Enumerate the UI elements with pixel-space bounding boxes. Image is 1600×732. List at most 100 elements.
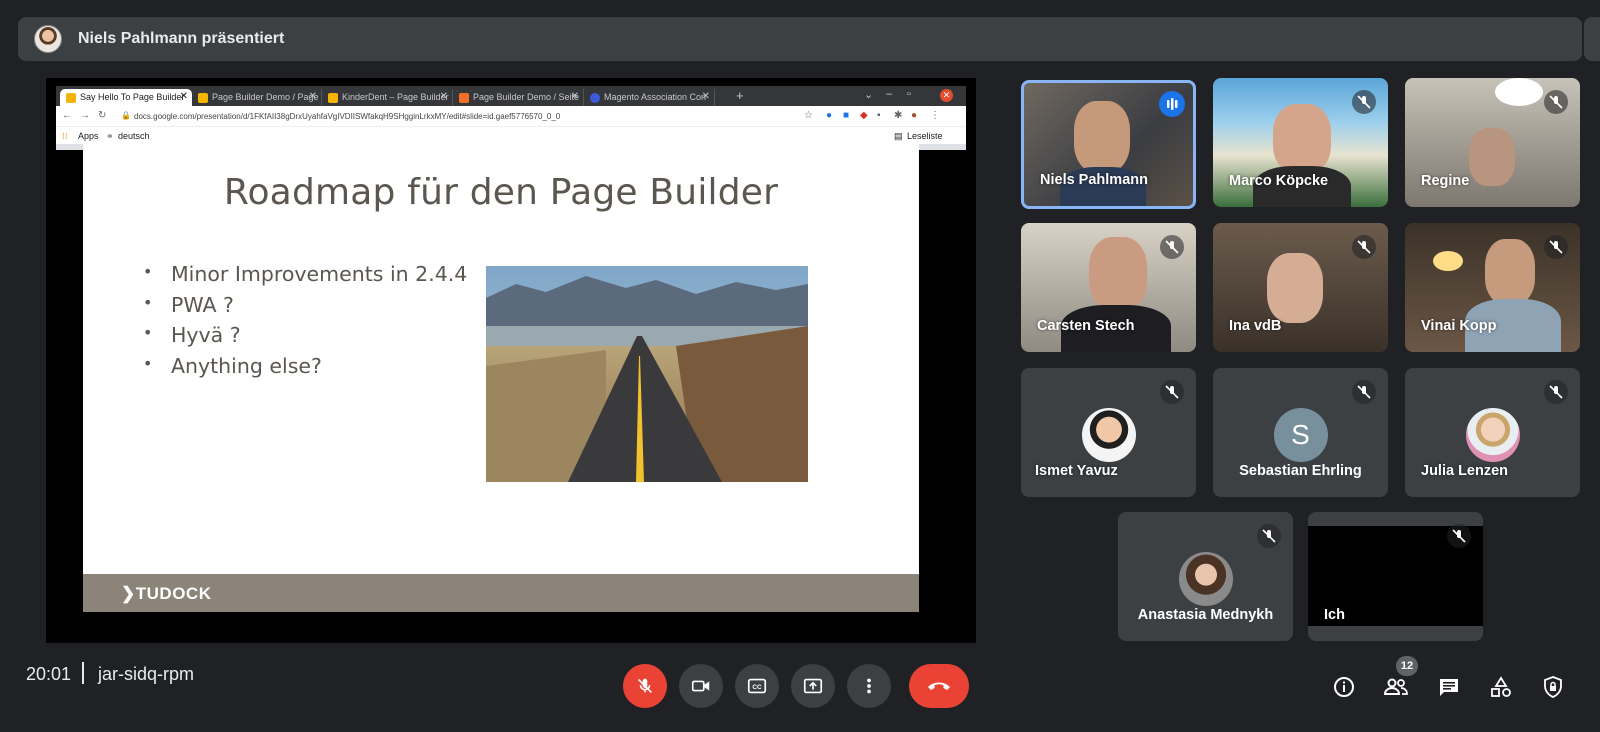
captions-button[interactable]: CC <box>735 664 779 708</box>
presenting-banner: Niels Pahlmann präsentiert <box>18 17 1582 61</box>
browser-tab[interactable]: Magento Association Con ✕ <box>584 89 715 106</box>
participant-tile[interactable]: Anastasia Mednykh <box>1118 512 1293 641</box>
extension-icon[interactable]: ● <box>826 110 832 121</box>
new-tab-icon[interactable]: + <box>736 88 744 103</box>
bullet-item: Hyvä ? <box>143 323 467 354</box>
participant-tile[interactable]: Ina vdB <box>1213 223 1388 352</box>
reading-list-icon[interactable]: ▤ <box>894 131 903 142</box>
host-controls-button[interactable] <box>1540 674 1566 700</box>
address-bar[interactable]: ← → ↻ 🔒 docs.google.com/presentation/d/1… <box>56 106 966 126</box>
browser-tab[interactable]: Say Hello To Page Builder ✕ <box>60 89 192 106</box>
presenter-avatar <box>34 25 62 53</box>
tab-label: Say Hello To Page Builder <box>80 92 185 102</box>
more-vert-icon <box>867 678 871 694</box>
svg-text:CC: CC <box>752 684 762 691</box>
banner-edge <box>1584 17 1600 61</box>
browser-tab[interactable]: Page Builder Demo / Page ✕ <box>192 89 322 106</box>
forward-icon[interactable]: → <box>80 110 90 121</box>
chat-button[interactable] <box>1436 674 1462 700</box>
link-icon: ⚭ <box>106 131 114 141</box>
star-icon[interactable]: ☆ <box>804 110 813 121</box>
extension-icon[interactable]: ■ <box>843 110 849 121</box>
reading-list[interactable]: Leseliste <box>907 131 943 141</box>
participant-name: Anastasia Mednykh <box>1137 607 1274 623</box>
shared-screen[interactable]: Say Hello To Page Builder ✕ Page Builder… <box>46 78 976 643</box>
apps-grid-icon[interactable]: ⁝⁝ <box>62 131 68 142</box>
participant-tile[interactable]: S Sebastian Ehrling <box>1213 368 1388 497</box>
participant-tile[interactable]: Marco Köpcke <box>1213 78 1388 207</box>
mic-toggle-button[interactable] <box>623 664 667 708</box>
people-button[interactable] <box>1383 674 1409 700</box>
chevron-down-icon[interactable]: ⌄ <box>864 88 873 101</box>
camera-icon <box>691 680 710 692</box>
participant-tile[interactable]: Julia Lenzen <box>1405 368 1580 497</box>
avatar <box>1465 408 1520 462</box>
mic-off-icon <box>1544 235 1568 259</box>
shield-lock-icon <box>1544 676 1562 698</box>
bullet-item: Minor Improvements in 2.4.4 <box>143 262 467 293</box>
slide-bullets: Minor Improvements in 2.4.4 PWA ? Hyvä ?… <box>143 262 467 384</box>
participant-name: Sebastian Ehrling <box>1239 463 1362 479</box>
participant-name: Regine <box>1421 173 1470 189</box>
puzzle-icon[interactable]: ✱ <box>894 110 902 121</box>
participant-name: Ich <box>1324 607 1345 623</box>
participant-face <box>1089 237 1147 311</box>
participant-name: Ismet Yavuz <box>1035 463 1118 479</box>
present-screen-button[interactable] <box>791 664 835 708</box>
activities-button[interactable] <box>1488 674 1514 700</box>
tudock-logo: ❯TUDOCK <box>121 584 212 603</box>
bookmarks-bar: ⁝⁝ Apps ⚭ deutsch ▤ Leseliste <box>56 126 966 144</box>
slide-footer: ❯TUDOCK <box>83 574 919 612</box>
browser-tab[interactable]: KinderDent – Page Builder ✕ <box>322 89 453 106</box>
participant-tile[interactable]: Regine <box>1405 78 1580 207</box>
tab-label: KinderDent – Page Builder <box>342 92 449 102</box>
participant-tile[interactable]: Vinai Kopp <box>1405 223 1580 352</box>
participant-tile-self[interactable]: Ich <box>1308 512 1483 641</box>
back-icon[interactable]: ← <box>62 110 72 121</box>
minimize-icon[interactable]: – <box>886 88 892 100</box>
participant-tile[interactable]: Carsten Stech <box>1021 223 1196 352</box>
browser-tabbar: Say Hello To Page Builder ✕ Page Builder… <box>56 86 966 106</box>
activities-icon <box>1491 676 1511 697</box>
close-icon[interactable]: ✕ <box>180 91 188 102</box>
presenting-text: Niels Pahlmann präsentiert <box>78 30 285 47</box>
mic-off-icon <box>1352 380 1376 404</box>
mic-off-icon <box>637 678 653 694</box>
reload-icon[interactable]: ↻ <box>98 110 106 121</box>
maximize-icon[interactable]: ▫ <box>907 88 911 100</box>
speaking-indicator-icon <box>1159 91 1185 117</box>
extension-icon[interactable]: ▪ <box>877 110 881 121</box>
slide-title: Roadmap für den Page Builder <box>223 172 779 213</box>
bookmark-apps[interactable]: Apps <box>78 131 99 141</box>
mic-off-icon <box>1447 524 1471 548</box>
participant-tile[interactable]: Ismet Yavuz <box>1021 368 1196 497</box>
window-close-icon[interactable]: ✕ <box>940 89 953 102</box>
participant-name: Julia Lenzen <box>1421 463 1509 479</box>
close-icon[interactable]: ✕ <box>309 91 317 102</box>
participant-tile[interactable]: Niels Pahlmann <box>1021 80 1196 209</box>
association-icon <box>590 93 600 103</box>
meeting-details-button[interactable] <box>1331 674 1357 700</box>
extension-icon[interactable]: ◆ <box>860 110 868 121</box>
meeting-code: jar-sidq-rpm <box>98 664 195 684</box>
menu-dots-icon[interactable]: ⋮ <box>930 110 940 121</box>
browser-window: Say Hello To Page Builder ✕ Page Builder… <box>56 86 966 150</box>
more-options-button[interactable] <box>847 664 891 708</box>
close-icon[interactable]: ✕ <box>702 91 710 102</box>
avatar: S <box>1273 408 1328 462</box>
close-icon[interactable]: ✕ <box>440 91 448 102</box>
browser-tab[interactable]: Page Builder Demo / Seite ✕ <box>453 89 584 106</box>
url-text[interactable]: docs.google.com/presentation/d/1FKfAII38… <box>134 112 560 121</box>
logo-text: TUDOCK <box>135 584 212 603</box>
profile-icon[interactable]: ● <box>911 110 917 121</box>
mic-off-icon <box>1352 90 1376 114</box>
page-icon <box>198 93 208 103</box>
close-icon[interactable]: ✕ <box>571 91 579 102</box>
bullet-item: Anything else? <box>143 354 467 385</box>
camera-toggle-button[interactable] <box>679 664 723 708</box>
leave-call-button[interactable] <box>909 664 969 708</box>
lock-icon: 🔒 <box>121 111 131 120</box>
bookmark-deutsch[interactable]: deutsch <box>118 131 150 141</box>
participant-face <box>1273 104 1331 174</box>
mic-off-icon <box>1257 524 1281 548</box>
